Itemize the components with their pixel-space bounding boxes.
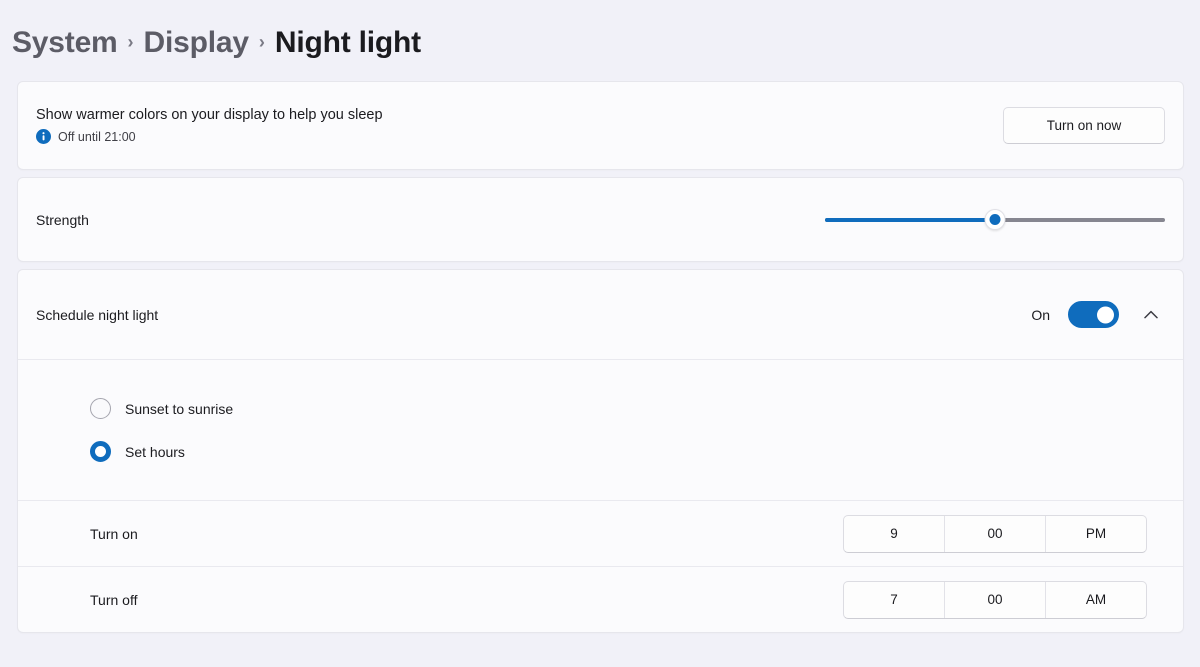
- turn-off-time-picker[interactable]: 7 00 AM: [843, 580, 1147, 619]
- schedule-toggle-switch[interactable]: [1068, 301, 1119, 328]
- page-title: Night light: [274, 26, 421, 59]
- info-icon: [36, 129, 51, 145]
- radio-button-icon[interactable]: [90, 398, 111, 419]
- turn-off-hour-field[interactable]: 7: [844, 582, 944, 618]
- breadcrumb: System › Display › Night light: [0, 0, 1200, 70]
- breadcrumb-item-system[interactable]: System: [12, 26, 118, 60]
- breadcrumb-separator-icon: ›: [127, 31, 134, 52]
- turn-on-label: Turn on: [90, 525, 138, 542]
- radio-label: Set hours: [125, 443, 185, 460]
- night-light-summary-card: Show warmer colors on your display to he…: [17, 81, 1184, 170]
- settings-card-list: Show warmer colors on your display to he…: [17, 81, 1184, 640]
- strength-slider[interactable]: [825, 208, 1165, 232]
- strength-card: Strength: [17, 177, 1184, 262]
- turn-on-meridiem-field[interactable]: PM: [1045, 515, 1146, 552]
- turn-on-hour-field[interactable]: 9: [844, 516, 944, 552]
- status-text: Off until 21:00: [58, 129, 136, 144]
- slider-fill: [825, 217, 995, 222]
- toggle-knob: [1097, 306, 1114, 323]
- toggle-state-label: On: [1031, 306, 1050, 323]
- turn-on-now-button[interactable]: Turn on now: [1003, 107, 1165, 144]
- expander-toggle-button[interactable]: [1137, 301, 1165, 329]
- chevron-up-icon: [1144, 307, 1158, 322]
- summary-title: Show warmer colors on your display to he…: [36, 106, 383, 123]
- radio-label: Sunset to sunrise: [125, 400, 234, 417]
- turn-off-meridiem-field[interactable]: AM: [1045, 581, 1146, 618]
- schedule-options-group: Sunset to sunrise Set hours: [18, 360, 1183, 500]
- turn-off-label: Turn off: [90, 591, 138, 608]
- breadcrumb-separator-icon: ›: [258, 31, 265, 52]
- breadcrumb-item-display[interactable]: Display: [144, 26, 250, 60]
- night-light-settings-page: System › Display › Night light Show warm…: [0, 0, 1200, 667]
- schedule-header-row[interactable]: Schedule night light On: [18, 270, 1183, 359]
- radio-option-sunset-to-sunrise[interactable]: Sunset to sunrise: [18, 387, 1183, 430]
- summary-text-block: Show warmer colors on your display to he…: [36, 106, 383, 145]
- turn-off-minute-field[interactable]: 00: [944, 581, 1045, 618]
- schedule-night-light-card: Schedule night light On Sunset to sunris…: [17, 269, 1184, 633]
- radio-button-selected-icon[interactable]: [90, 441, 111, 462]
- strength-row: Strength: [18, 178, 1183, 261]
- schedule-label: Schedule night light: [36, 306, 159, 323]
- turn-on-time-row: Turn on 9 00 PM: [18, 501, 1183, 566]
- schedule-controls: On: [1031, 301, 1165, 329]
- summary-row: Show warmer colors on your display to he…: [18, 82, 1183, 169]
- turn-on-minute-field[interactable]: 00: [944, 515, 1045, 552]
- strength-label: Strength: [36, 211, 89, 228]
- turn-on-time-picker[interactable]: 9 00 PM: [843, 514, 1147, 553]
- radio-option-set-hours[interactable]: Set hours: [18, 430, 1183, 473]
- turn-off-time-row: Turn off 7 00 AM: [18, 567, 1183, 632]
- slider-thumb[interactable]: [984, 209, 1006, 230]
- summary-status-row: Off until 21:00: [36, 129, 383, 145]
